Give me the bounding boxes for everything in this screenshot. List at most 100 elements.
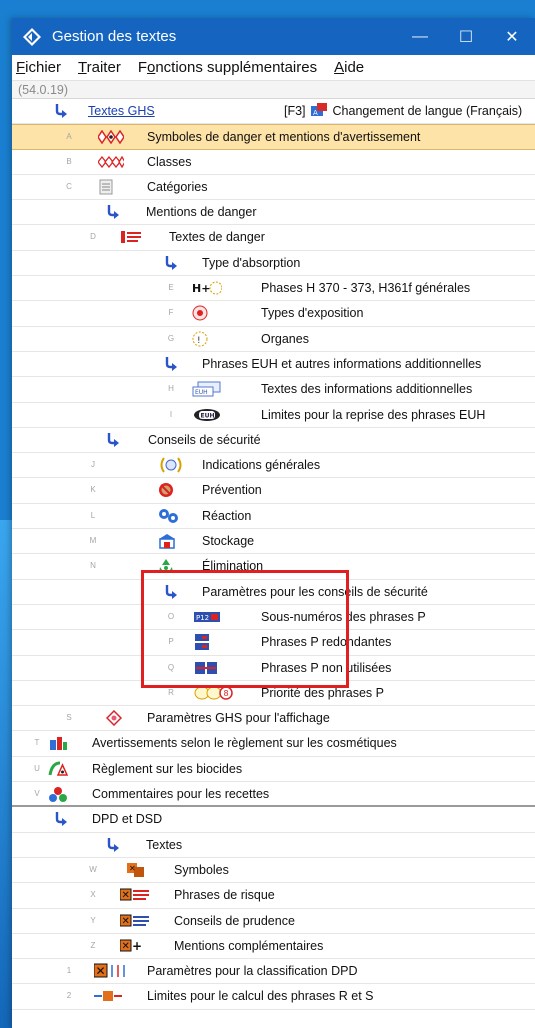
tree-row-label: Règlement sur les biocides — [92, 761, 243, 776]
tree-row-f[interactable]: F Types d'exposition — [12, 301, 535, 327]
tree-row-c[interactable]: C Catégories — [12, 175, 535, 201]
tree-row-d[interactable]: D Textes de danger — [12, 225, 535, 251]
tree-row-z[interactable]: Z ✕ + Mentions complémentaires — [12, 934, 535, 960]
expand-arrow-icon[interactable] — [54, 810, 68, 828]
tree-row-label: Élimination — [202, 559, 264, 574]
tree-row-label: Limites pour la reprise des phrases EUH — [261, 407, 486, 422]
tree-row-1[interactable]: 1 ✕ Paramètres pour la classification DPD — [12, 959, 535, 985]
tree-row-m[interactable]: M Stockage — [12, 529, 535, 555]
symbols-icon: ✕ — [126, 862, 148, 878]
row-letter: N — [90, 561, 96, 571]
tree-row-y[interactable]: Y ✕ Conseils de prudence — [12, 909, 535, 934]
tree-row-label: Organes — [261, 331, 309, 346]
tree-row-label: Phases H 370 - 373, H361f générales — [261, 281, 471, 296]
expand-arrow-icon[interactable] — [164, 254, 178, 272]
ghs-display-icon — [106, 710, 122, 727]
svg-text:✕: ✕ — [96, 964, 106, 978]
language-flag-icon: A — [311, 103, 328, 117]
general-indications-icon — [158, 457, 184, 473]
svg-text:EUH: EUH — [201, 412, 215, 419]
tree-row-h[interactable]: H EUH Textes des informations additionnell… — [12, 377, 535, 403]
maximize-button[interactable]: ☐ — [443, 18, 489, 55]
tree-row-label: Mentions de danger — [146, 205, 257, 220]
tree-row-g6[interactable]: DPD et DSD — [12, 807, 535, 833]
tree-row-g1[interactable]: Mentions de danger — [12, 200, 535, 226]
danger-texts-icon — [120, 229, 142, 245]
row-letter: U — [34, 763, 40, 773]
tree-row-s[interactable]: S Paramètres GHS pour l'affichage — [12, 706, 535, 732]
tree-row-g7[interactable]: Textes — [12, 833, 535, 858]
tree-row-label: Prévention — [202, 483, 262, 498]
p-priority-icon: 8 — [194, 685, 234, 701]
row-letter: G — [167, 333, 175, 343]
f3-shortcut: [F3] — [284, 104, 306, 118]
tree-row-i[interactable]: I EUH Limites pour la reprise des phrases … — [12, 403, 535, 428]
row-letter: E — [168, 283, 174, 293]
tree-row-label: DPD et DSD — [92, 812, 163, 827]
row-letter: Y — [90, 915, 96, 925]
prudence-icon: ✕ — [120, 913, 150, 929]
tree-row-o[interactable]: O P12 Sous-numéros des phrases P — [12, 605, 535, 631]
tree-row-n[interactable]: N Élimination — [12, 554, 535, 580]
expand-arrow-icon[interactable] — [164, 583, 178, 601]
menu-fonctions[interactable]: Fonctions supplémentaires — [138, 59, 317, 76]
hazard-symbols-icon — [98, 129, 124, 145]
tree-row-a[interactable]: A Symboles de danger et mentions d'averti… — [12, 124, 535, 150]
classes-icon — [98, 154, 124, 170]
row-letter: Z — [90, 940, 96, 950]
tree-row-b[interactable]: B Classes — [12, 150, 535, 175]
tree-row-l[interactable]: L Réaction — [12, 504, 535, 530]
row-letter: K — [90, 485, 96, 495]
tree-row-q[interactable]: Q Phrases P non utilisées — [12, 656, 535, 681]
tree-row-r[interactable]: R 8 Priorité des phrases P — [12, 681, 535, 707]
expand-arrow-icon[interactable] — [54, 102, 68, 120]
row-letter: D — [90, 232, 96, 242]
menu-bar: Fichier Traiter Fonctions supplémentaire… — [12, 55, 535, 81]
tree-row-g[interactable]: G! Organes — [12, 327, 535, 352]
tree-row-g2[interactable]: Type d'absorption — [12, 251, 535, 277]
row-letter: X — [90, 890, 96, 900]
menu-traiter[interactable]: Traiter — [78, 59, 121, 76]
tree-row-label: Limites pour le calcul des phrases R et … — [147, 989, 374, 1004]
tree-row-t[interactable]: T Avertissements selon le règlement sur l… — [12, 731, 535, 757]
row-letter: Q — [167, 662, 175, 672]
tree-row-label: Sous-numéros des phrases P — [261, 609, 426, 624]
tree-row-u[interactable]: U Règlement sur les biocides — [12, 757, 535, 783]
tree-row-g5[interactable]: Paramètres pour les conseils de sécurité — [12, 580, 535, 605]
expand-arrow-icon[interactable] — [106, 203, 120, 221]
svg-text:A: A — [313, 109, 318, 117]
language-toggle[interactable]: [F3] A Changement de langue (Français) — [284, 99, 522, 124]
categories-icon — [98, 179, 114, 195]
reaction-icon — [158, 508, 180, 524]
minimize-button[interactable]: — — [397, 18, 443, 55]
redundant-p-icon — [194, 634, 210, 651]
svg-text:H+: H+ — [192, 282, 210, 295]
tree-row-g4[interactable]: Conseils de sécurité — [12, 428, 535, 454]
tree-row-k[interactable]: K Prévention — [12, 478, 535, 504]
dpd-params-icon: ✕ — [94, 963, 128, 979]
tree-row-p[interactable]: P Phrases P redondantes — [12, 630, 535, 656]
close-button[interactable]: ✕ — [489, 18, 535, 55]
app-window: Gestion des textes — ☐ ✕ Fichier Traiter… — [12, 18, 535, 1028]
svg-text:✕: ✕ — [122, 890, 130, 901]
tree-root-label[interactable]: Textes GHS — [88, 99, 155, 124]
tree-row-j[interactable]: J Indications générales — [12, 453, 535, 479]
tree-row-w[interactable]: W ✕ Symboles — [12, 858, 535, 884]
tree-row-v[interactable]: V Commentaires pour les recettes — [12, 782, 535, 808]
tree-row-g3[interactable]: Phrases EUH et autres informations addit… — [12, 352, 535, 378]
tree-row-2[interactable]: 2 Limites pour le calcul des phrases R et… — [12, 984, 535, 1010]
tree-row-x[interactable]: X ✕ Phrases de risque — [12, 883, 535, 909]
title-bar[interactable]: Gestion des textes — ☐ ✕ — [12, 18, 535, 55]
expand-arrow-icon[interactable] — [106, 431, 120, 449]
expand-arrow-icon[interactable] — [106, 836, 120, 854]
svg-text:+: + — [132, 939, 142, 953]
tree-row-e[interactable]: E H+ Phases H 370 - 373, H361f générales — [12, 276, 535, 302]
row-letter: J — [91, 460, 95, 470]
tree-root-row[interactable]: Textes GHS [F3] A Changement de langue (… — [12, 99, 535, 125]
disposal-icon — [158, 558, 174, 574]
menu-fichier[interactable]: Fichier — [16, 59, 61, 76]
tree-row-label: Réaction — [202, 508, 252, 523]
biocides-icon — [48, 761, 68, 777]
menu-aide[interactable]: Aide — [334, 59, 364, 76]
expand-arrow-icon[interactable] — [164, 355, 178, 373]
